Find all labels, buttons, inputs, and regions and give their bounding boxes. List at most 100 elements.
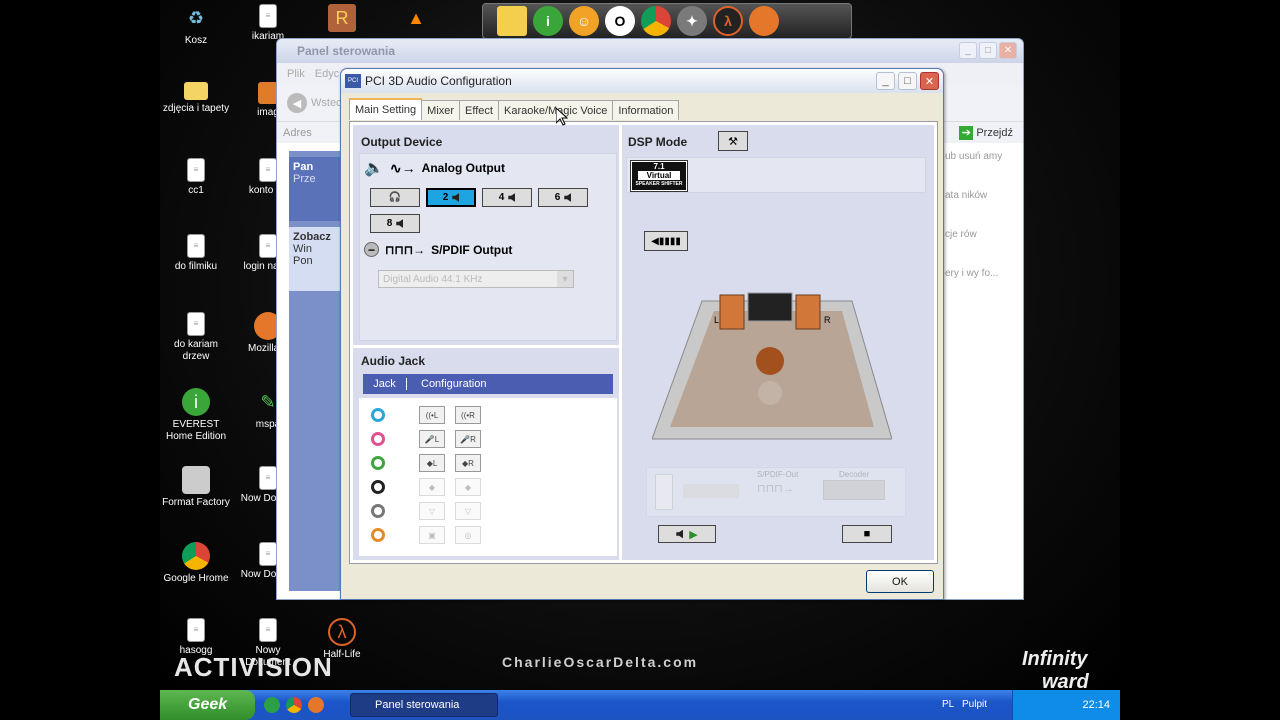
chevron-down-icon: ▾ — [557, 271, 573, 287]
tab-mixer[interactable]: Mixer — [421, 100, 461, 120]
category-item[interactable]: cje rów — [945, 229, 1015, 240]
stop-test-button[interactable]: ■ — [842, 525, 892, 543]
task-pane-link[interactable]: Prze — [293, 173, 316, 185]
firefox-icon[interactable] — [749, 6, 779, 36]
chrome-icon[interactable] — [286, 697, 302, 713]
desktop-folder-zdjecia[interactable]: zdjęcia i tapety — [160, 82, 232, 115]
channel-4-button[interactable]: 4 — [482, 188, 532, 207]
speaker-rear-l-icon[interactable]: ◆ — [419, 478, 445, 496]
ok-button[interactable]: OK — [866, 570, 934, 593]
channel-8-button[interactable]: 8 — [370, 214, 420, 233]
speaker-side-l-icon[interactable]: ▽ — [419, 502, 445, 520]
desktop-shortcut-chrome[interactable]: Google Hrome — [160, 542, 232, 585]
mic-r-icon[interactable]: 🎤R — [455, 430, 481, 448]
room-r-label: R — [824, 315, 831, 325]
virtual-71-button[interactable]: 7.1 Virtual SPEAKER SHIFTER — [630, 160, 688, 192]
everest-icon: i — [182, 388, 210, 416]
category-item[interactable]: ub usuń amy — [945, 151, 1015, 162]
desktop-shortcut-format-factory[interactable]: Format Factory — [160, 466, 232, 509]
jack-table-header: Jack Configuration — [363, 374, 613, 394]
minimize-button[interactable]: _ — [876, 72, 895, 90]
channel-2-button[interactable]: 2 — [426, 188, 476, 207]
recycle-bin-icon[interactable]: ♻ Kosz — [160, 4, 232, 47]
counter-strike-icon[interactable]: ✦ — [677, 6, 707, 36]
jack-dot-icon — [371, 456, 385, 470]
subwoofer-icon[interactable]: ◎ — [455, 526, 481, 544]
toggle-minus-icon[interactable]: − — [364, 242, 379, 257]
virtual-71-mid: Virtual — [638, 171, 680, 180]
everest-icon[interactable]: i — [533, 6, 563, 36]
speaker-front-l-icon[interactable]: ◆L — [419, 454, 445, 472]
control-panel-titlebar[interactable]: Panel sterowania — [277, 39, 1023, 63]
smiley-icon[interactable]: ☺ — [569, 6, 599, 36]
desktop-file-do-kariam[interactable]: ≡ do kariam drzew — [160, 312, 232, 363]
desktop-icon-label: do filmiku — [174, 261, 218, 272]
channel-label: 8 — [386, 218, 393, 229]
firefox-icon[interactable] — [308, 697, 324, 713]
close-button[interactable]: ✕ — [920, 72, 939, 90]
dialog-title: PCI 3D Audio Configuration — [365, 74, 512, 88]
minimize-button[interactable]: _ — [959, 42, 977, 59]
tab-information[interactable]: Information — [612, 100, 680, 120]
close-button[interactable]: ✕ — [999, 42, 1017, 59]
opera-icon[interactable]: O — [605, 6, 635, 36]
left-letterbox — [0, 0, 160, 720]
speaker-room-visual: L R — [652, 292, 892, 440]
dialog-titlebar[interactable]: PCI PCI 3D Audio Configuration — [341, 69, 943, 93]
speaker-front-r-icon[interactable]: ◆R — [455, 454, 481, 472]
desktop-icon-label: Format Factory — [162, 497, 230, 508]
menu-edit[interactable]: Edyc — [315, 68, 339, 80]
desktop-shortcut-rar[interactable]: R — [306, 4, 378, 35]
analog-output-label: Analog Output — [421, 161, 505, 175]
dsp-tool-button[interactable]: ⚒ — [718, 131, 748, 151]
folder-icon — [184, 82, 208, 100]
half-life-icon[interactable]: λ — [713, 6, 743, 36]
tab-main-setting[interactable]: Main Setting — [349, 98, 423, 120]
headphone-button[interactable]: 🎧 — [370, 188, 420, 207]
menu-file[interactable]: Plik — [287, 68, 305, 80]
right-letterbox — [1120, 0, 1280, 720]
speaker-icon — [508, 193, 516, 202]
utorrent-icon[interactable] — [264, 697, 280, 713]
start-button[interactable]: Geek — [160, 690, 255, 720]
see-also-link-2[interactable]: Pon — [293, 255, 313, 267]
folder-icon[interactable] — [497, 6, 527, 36]
vlc-icon: ▲ — [407, 8, 425, 28]
desktop-shortcut-vlc[interactable]: ▲ — [380, 4, 452, 35]
back-label[interactable]: Wstec — [311, 97, 342, 109]
play-test-button[interactable]: ▶ — [658, 525, 716, 543]
speaker-icon — [452, 193, 460, 202]
category-item[interactable]: ery i wy fo... — [945, 268, 1015, 279]
desktop-file-cc1[interactable]: ≡ cc1 — [160, 158, 232, 197]
desktop-shortcut-everest[interactable]: i EVEREST Home Edition — [160, 388, 232, 443]
speaker-side-r-icon[interactable]: ▽ — [455, 502, 481, 520]
tab-effect[interactable]: Effect — [459, 100, 499, 120]
chrome-icon[interactable] — [641, 6, 671, 36]
taskbar-app-control-panel[interactable]: Panel sterowania — [350, 693, 498, 717]
logo-line-1: Infinity — [1022, 648, 1088, 670]
see-also-link-1[interactable]: Win — [293, 243, 312, 255]
spdif-format-select[interactable]: Digital Audio 44.1 KHz ▾ — [378, 270, 574, 288]
go-button[interactable]: ➔ Przejdź — [959, 125, 1013, 140]
jack-row: ▽ ▽ — [371, 502, 481, 520]
speaker-rear-r-icon[interactable]: ◆ — [455, 478, 481, 496]
listener-sphere — [756, 347, 784, 375]
maximize-button[interactable]: □ — [898, 72, 917, 90]
jack-dot-icon — [371, 480, 385, 494]
desktop-file-do-filmiku[interactable]: ≡ do filmiku — [160, 234, 232, 273]
desktop-toolbar-label[interactable]: Pulpit — [962, 699, 987, 710]
audio-app-icon: PCI — [345, 74, 361, 88]
channel-6-button[interactable]: 6 — [538, 188, 588, 207]
category-item[interactable]: ata ników — [945, 190, 1015, 201]
spdif-format-value: Digital Audio 44.1 KHz — [383, 273, 483, 285]
volume-level-button[interactable]: ◀▮▮▮▮ — [644, 231, 688, 251]
line-out-l-icon[interactable]: ((•L — [419, 406, 445, 424]
clock[interactable]: 22:14 — [1082, 699, 1110, 711]
line-out-r-icon[interactable]: ((•R — [455, 406, 481, 424]
stop-icon: ■ — [863, 528, 871, 540]
back-arrow-icon[interactable]: ◀ — [287, 93, 307, 113]
mic-l-icon[interactable]: 🎤L — [419, 430, 445, 448]
language-indicator[interactable]: PL — [942, 699, 954, 710]
maximize-button[interactable]: □ — [979, 42, 997, 59]
center-icon[interactable]: ▣ — [419, 526, 445, 544]
